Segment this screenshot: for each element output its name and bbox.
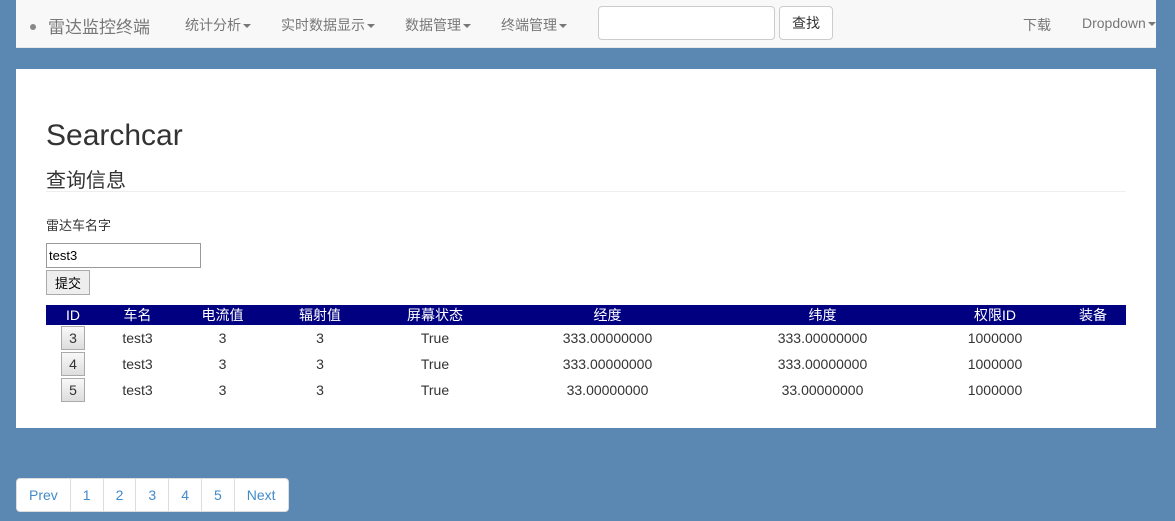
car-name-label: 雷达车名字 — [46, 218, 112, 233]
column-header: 装备 — [1060, 305, 1126, 325]
dropdown-menu[interactable]: Dropdown — [1082, 15, 1156, 31]
table-cell — [1060, 325, 1126, 351]
search-input[interactable] — [598, 6, 775, 40]
menu-data-management[interactable]: 数据管理 — [405, 15, 471, 35]
bullet-icon — [30, 23, 36, 30]
table-cell: True — [420, 382, 450, 398]
caret-down-icon — [243, 24, 251, 29]
results-table: ID 车名 电流值 辐射值 屏幕状态 经度 纬度 权限ID 装备 3 test3 3 3 True 333… — [46, 305, 1126, 403]
table-cell: 333.00000000 — [562, 330, 653, 346]
table-cell: 3 — [218, 382, 227, 398]
caret-down-icon — [463, 24, 471, 29]
search-button[interactable]: 查找 — [779, 6, 833, 40]
table-cell: test3 — [122, 382, 153, 398]
table-cell: 3 — [218, 330, 227, 346]
page-subtitle: 查询信息 — [46, 170, 126, 192]
table-cell: 1000000 — [967, 356, 1023, 372]
table-row: 5 test3 3 3 True 33.00000000 33.00000000 100000… — [46, 377, 1126, 403]
column-header: 权限ID — [930, 305, 1060, 325]
table-cell: 4 — [46, 351, 100, 377]
column-header: 经度 — [500, 305, 715, 325]
column-header: 辐射值 — [270, 305, 370, 325]
submit-button[interactable]: 提交 — [46, 270, 90, 295]
table-cell: 3 — [316, 382, 324, 398]
table-cell: test3 — [122, 356, 153, 372]
table-cell: 333.00000000 — [562, 356, 653, 372]
table-cell: True — [420, 356, 450, 372]
page-link[interactable]: 2 — [102, 479, 136, 511]
download-link[interactable]: 下载 — [1023, 15, 1051, 35]
table-cell: 1000000 — [967, 382, 1023, 398]
navbar: 雷达监控终端 统计分析 实时数据显示 数据管理 终端管理 查找 下载 Dropd… — [16, 0, 1156, 48]
column-header: 车名 — [100, 305, 175, 325]
table-cell — [1060, 351, 1126, 377]
page-link[interactable]: 4 — [168, 479, 201, 511]
menu-terminal-management[interactable]: 终端管理 — [501, 15, 567, 35]
brand-label: 雷达监控终端 — [48, 18, 150, 37]
id-button[interactable]: 4 — [61, 352, 85, 376]
caret-down-icon — [367, 24, 375, 29]
menu-realtime[interactable]: 实时数据显示 — [281, 15, 375, 35]
divider — [46, 191, 1126, 192]
column-header: 纬度 — [715, 305, 930, 325]
column-header: 电流值 — [175, 305, 270, 325]
table-cell: 5 — [46, 377, 100, 403]
table-cell: 1000000 — [967, 330, 1023, 346]
car-name-input[interactable] — [46, 243, 201, 268]
table-cell: 33.00000000 — [781, 382, 864, 398]
id-button[interactable]: 3 — [61, 326, 85, 350]
page-link[interactable]: 1 — [69, 479, 103, 511]
id-button[interactable]: 5 — [61, 378, 85, 402]
page-link[interactable]: 5 — [200, 479, 234, 511]
table-row: 4 test3 3 3 True 333.00000000 333.00000000 1000… — [46, 351, 1126, 377]
page-link[interactable]: 3 — [135, 479, 168, 511]
menu-statistics[interactable]: 统计分析 — [185, 15, 251, 35]
brand[interactable]: 雷达监控终端 — [30, 13, 150, 38]
table-cell: test3 — [122, 330, 153, 346]
page-link[interactable]: Next — [233, 479, 288, 511]
table-cell: 3 — [316, 330, 324, 346]
table-cell: 3 — [316, 356, 324, 372]
caret-down-icon — [1147, 22, 1156, 27]
table-cell: 333.00000000 — [777, 356, 868, 372]
column-header: 屏幕状态 — [370, 305, 500, 325]
page-title: Searchcar — [46, 119, 183, 152]
column-header: ID — [46, 305, 100, 325]
table-cell: 3 — [46, 325, 100, 351]
table-cell: True — [420, 330, 450, 346]
table-cell: 333.00000000 — [777, 330, 868, 346]
table-cell: 3 — [218, 356, 227, 372]
caret-down-icon — [559, 24, 567, 29]
page-link[interactable]: Prev — [17, 479, 70, 511]
table-row: 3 test3 3 3 True 333.00000000 333.00000000 1000… — [46, 325, 1126, 351]
table-cell: 33.00000000 — [566, 382, 649, 398]
table-cell — [1060, 377, 1126, 403]
content-panel: Searchcar 查询信息 雷达车名字 提交 ID车名电流值辐射值屏幕状态经度… — [16, 69, 1156, 428]
pagination: Prev 1 2 3 4 5 Next — [16, 478, 289, 512]
